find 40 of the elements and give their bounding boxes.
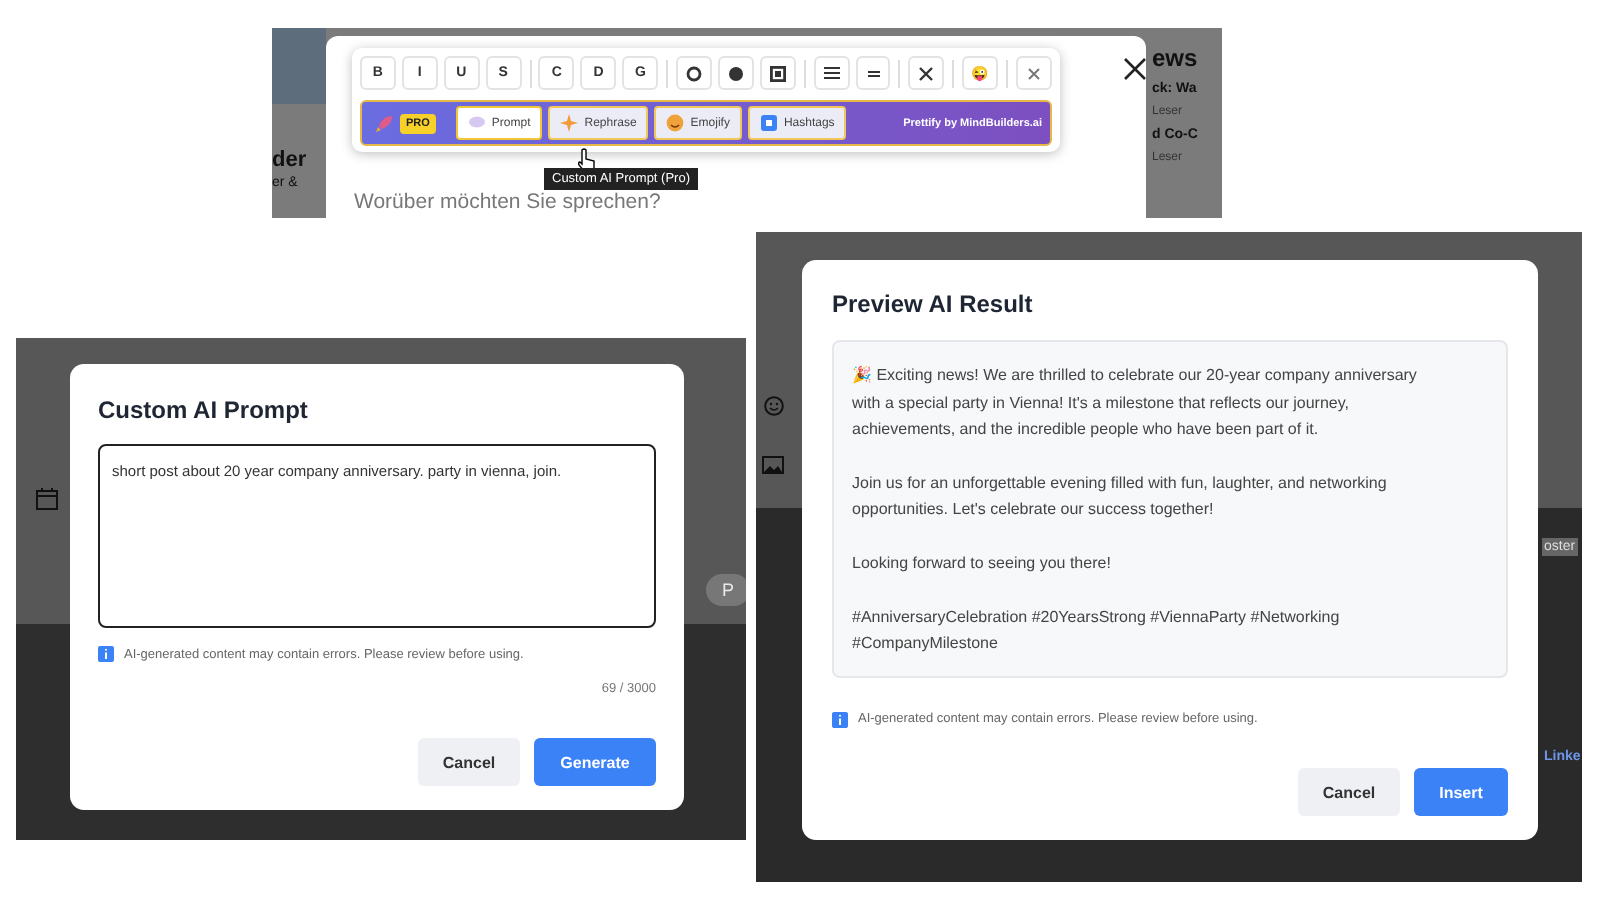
info-icon	[98, 646, 114, 662]
post-input-placeholder[interactable]: Worüber möchten Sie sprechen?	[354, 190, 661, 214]
smiley-icon	[666, 114, 685, 132]
close-icon[interactable]	[1124, 58, 1146, 80]
list-button[interactable]	[813, 56, 850, 90]
dot-button[interactable]	[717, 56, 754, 90]
backdrop-chip: P	[706, 574, 746, 606]
info-icon	[832, 711, 848, 728]
ring-icon	[686, 65, 703, 81]
cancel-button[interactable]: Cancel	[418, 738, 520, 786]
close-icon	[1028, 67, 1041, 79]
rocket-icon	[374, 113, 394, 133]
result-paragraph: Join us for an unforgettable evening filled with fun, laughter, and networking opportunities. Let's celebrate our success together!	[852, 471, 1389, 523]
cross-icon	[918, 65, 935, 81]
calendar-icon	[36, 488, 58, 510]
backdrop-text: ews	[1152, 44, 1198, 72]
image-icon	[762, 456, 784, 474]
insert-button[interactable]: Insert	[1414, 768, 1508, 816]
result-paragraph: #AnniversaryCelebration #20YearsStrong #ViennaParty #Networking #CompanyMilestone	[852, 605, 1342, 657]
result-paragraph: 🎉 Exciting news! We are thrilled to celebrate our 20-year company anniversary with a special party in Vienna! It's a milestone that reflects our journey, achievements, and the incredible people who have been part of it.	[852, 364, 1419, 443]
close-toolbar-button[interactable]	[1016, 56, 1053, 90]
align-button[interactable]	[855, 56, 891, 90]
list-icon	[823, 66, 840, 80]
smiley-icon	[764, 396, 784, 416]
result-paragraph: Looking forward to seeing you there!	[852, 551, 1113, 576]
sparkle-icon	[560, 114, 579, 132]
dialog-title: Preview AI Result	[832, 290, 1035, 318]
square-icon	[759, 114, 778, 132]
equals-icon	[867, 69, 880, 77]
speech-bubble-icon	[467, 116, 486, 130]
backdrop-text: der	[272, 148, 309, 172]
square-icon	[769, 65, 786, 81]
dot-icon	[727, 65, 744, 81]
dialog-title: Custom AI Prompt	[98, 396, 310, 424]
clear-format-button[interactable]	[908, 56, 945, 90]
generate-button[interactable]: Generate	[534, 738, 656, 786]
ring-button[interactable]	[676, 56, 712, 90]
cancel-button[interactable]: Cancel	[1298, 768, 1400, 816]
square-button[interactable]	[759, 56, 796, 90]
photo-placeholder	[272, 28, 326, 104]
